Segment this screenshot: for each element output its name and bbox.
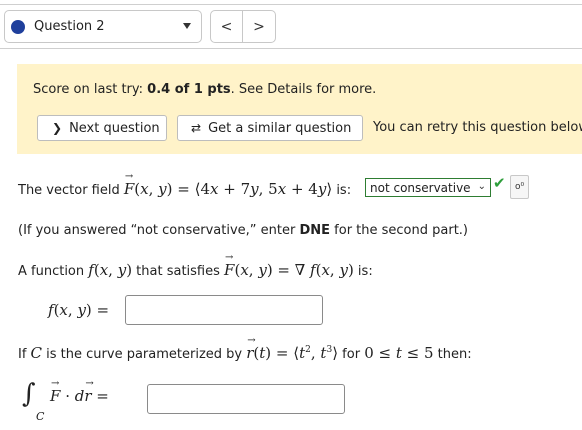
line-integral-label: F · dr = (50, 378, 109, 405)
retry-text: You can retry this question below (373, 120, 582, 135)
chevron-left-icon: < (220, 18, 233, 35)
next-question-arrow-button[interactable]: > (243, 10, 276, 43)
chevron-right-icon: > (253, 18, 265, 35)
selected-answer: not conservative (370, 180, 471, 195)
checkmark-icon: ✔ (493, 174, 506, 192)
integral-subscript: C (36, 410, 45, 423)
conservative-answer-select[interactable]: not conservative ⌄ (365, 178, 491, 197)
question-label: Question 2 (34, 19, 105, 34)
question-selector[interactable]: Question 2 (4, 10, 202, 43)
dropdown-caret-icon (183, 23, 191, 29)
score-text: Score on last try: 0.4 of 1 pts. See Det… (33, 82, 377, 97)
potential-function-statement: A function f(x, y) that satisfies F(x, y… (18, 252, 373, 279)
score-value: 0.4 of 1 pts (147, 82, 231, 97)
vector-field-statement: The vector field F(x, y) = ⟨4x + 7y, 5x … (18, 171, 351, 198)
similar-question-button[interactable]: ⇄ Get a similar question (177, 115, 363, 141)
chevron-right-icon: ❯ (52, 121, 63, 135)
keyboard-symbol-icon: o⁰ (514, 182, 525, 192)
line-integral-input[interactable] (147, 384, 345, 414)
refresh-arrows-icon: ⇄ (191, 121, 202, 135)
curve-statement: If C is the curve parameterized by r(t) … (18, 335, 472, 362)
potential-function-input[interactable] (125, 295, 323, 325)
previous-question-button[interactable]: < (210, 10, 243, 43)
top-divider (0, 4, 582, 5)
symbol-picker-button[interactable]: o⁰ (510, 175, 529, 199)
next-question-label: Next question (69, 120, 160, 136)
chevron-down-icon: ⌄ (477, 181, 486, 192)
score-banner: Score on last try: 0.4 of 1 pts. See Det… (17, 64, 582, 154)
similar-question-label: Get a similar question (208, 120, 352, 136)
integral-sign: ∫ (22, 379, 36, 409)
dne-note: (If you answered “not conservative,” ent… (18, 223, 468, 238)
header-divider (0, 48, 582, 49)
vector-field-formula: F(x, y) = ⟨4x + 7y, 5x + 4y⟩ (124, 171, 332, 198)
next-question-button[interactable]: ❯ Next question (37, 115, 167, 141)
status-dot-icon (11, 19, 25, 34)
potential-function-label: f(x, y) = (48, 301, 110, 319)
